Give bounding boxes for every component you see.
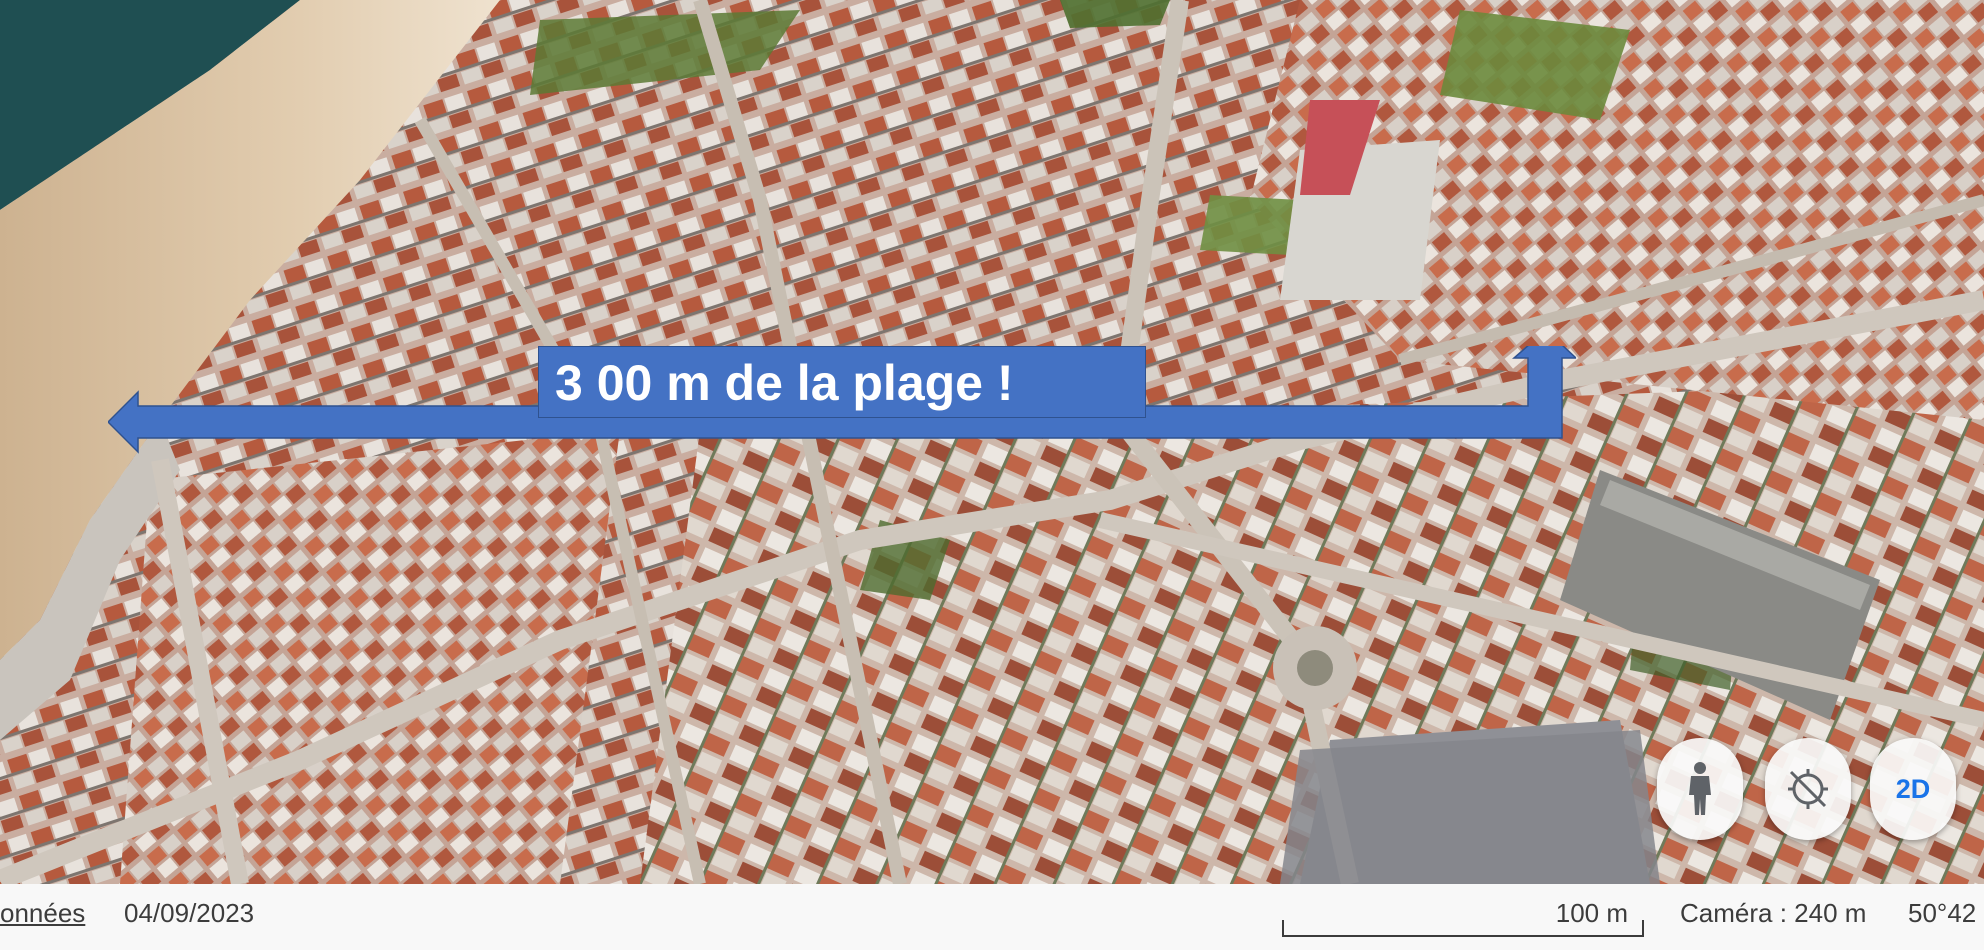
data-attribution-link[interactable]: onnées xyxy=(0,898,85,929)
view-mode-toggle[interactable]: 2D xyxy=(1870,738,1956,840)
compass-button[interactable] xyxy=(1765,738,1851,840)
map-viewport[interactable]: 3 00 m de la plage ! 2D onnées 04/09/202… xyxy=(0,0,1984,950)
person-icon xyxy=(1689,762,1711,815)
distance-label: 3 00 m de la plage ! xyxy=(538,346,1146,418)
view-mode-label: 2D xyxy=(1895,773,1931,804)
scale-bar xyxy=(1282,920,1644,937)
street-view-button[interactable] xyxy=(1657,738,1743,840)
camera-altitude: Caméra : 240 m xyxy=(1680,898,1867,928)
coordinates: 50°42 xyxy=(1908,898,1977,928)
imagery-date: 04/09/2023 xyxy=(124,898,255,928)
status-bar: onnées 04/09/2023 100 m Caméra : 240 m 5… xyxy=(0,884,1984,950)
scale-indicator[interactable]: 100 m xyxy=(1282,896,1644,942)
compass-icon xyxy=(1788,769,1828,809)
